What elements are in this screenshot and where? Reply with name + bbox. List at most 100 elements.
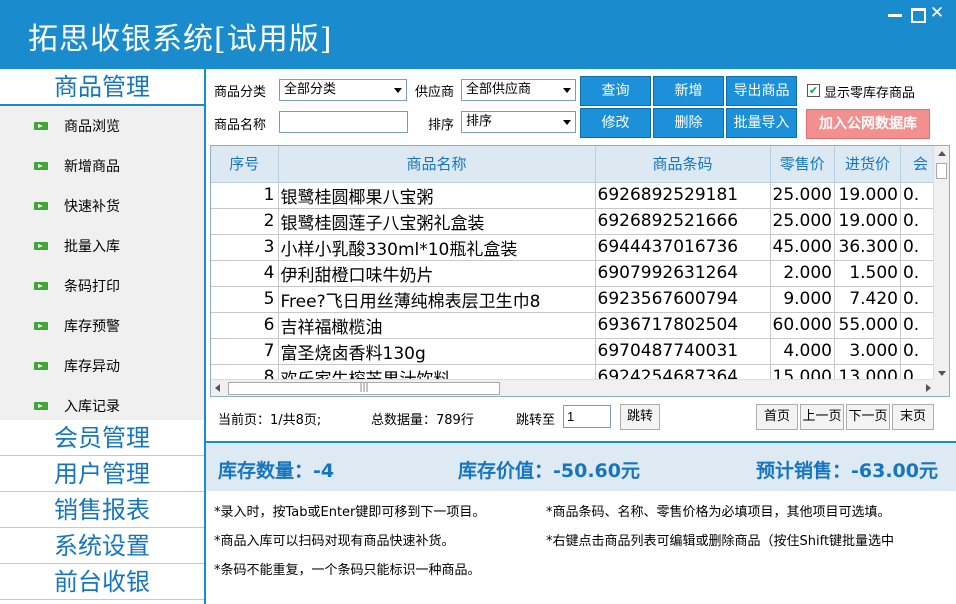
show-zero-checkbox[interactable]: ✔ [807,84,820,97]
cell-cost: 55.000 [834,312,901,339]
column-header-index[interactable]: 序号 [211,146,279,183]
note-3: *商品入库可以扫码对现有商品快速补货。 [214,534,455,549]
table-row[interactable]: 2 银鹭桂圆莲子八宝粥礼盒装 6926892521666 25.000 19.0… [211,208,941,235]
cell-index: 5 [211,286,279,313]
cell-index: 7 [211,338,279,365]
cell-barcode: 6926892529181 [595,182,771,209]
vertical-scrollbar[interactable] [933,146,949,381]
summary-bar: 库存数量：-4 库存价值：-50.60元 预计销售：-63.00元 [206,441,956,491]
main-content: 商品分类 全部分类 供应商 全部供应商 商品名称 排序 排序 查询 新增 导出商… [206,69,956,604]
cell-index: 1 [211,182,279,209]
sort-select-value: 排序 [466,114,493,129]
close-icon[interactable]: ✕ [928,4,946,22]
first-page-button[interactable]: 首页 [756,404,798,430]
table-row[interactable]: 4 伊利甜橙口味牛奶片 6907992631264 2.000 1.500 0. [211,260,941,287]
goods-subnav: 商品浏览 新增商品 快速补货 批量入库 条码打印 库存预警 库存异动 入库记录 [0,106,204,420]
total-count-text: 总数据量：789行 [371,413,474,428]
note-2: *商品条码、名称、零售价格为必填项目，其他项目可选填。 [546,505,891,520]
sidebar-item-browse[interactable]: 商品浏览 [0,106,204,146]
sidebar-item-label: 条码打印 [64,279,120,295]
green-arrow-icon [34,282,48,290]
cell-name: 银鹭桂圆莲子八宝粥礼盒装 [278,208,596,235]
column-header-barcode[interactable]: 商品条码 [595,146,771,183]
green-arrow-icon [34,122,48,130]
jump-button[interactable]: 跳转 [620,404,660,430]
nav-section-pos[interactable]: 前台收银 [0,564,204,600]
cell-barcode: 6926892521666 [595,208,771,235]
jump-label: 跳转至 [516,413,556,428]
cell-name: Free?飞日用丝薄纯棉表层卫生巾8 [278,286,596,313]
sidebar-item-label: 入库记录 [64,399,120,415]
cell-name: 小样小乳酸330ml*10瓶礼盒装 [278,234,596,261]
sort-label: 排序 [428,118,455,133]
maximize-icon[interactable] [908,4,926,23]
jump-page-input[interactable] [563,405,611,428]
cell-name: 富圣烧卤香料130g [278,338,596,365]
table-row[interactable]: 7 富圣烧卤香料130g 6970487740031 4.000 3.000 0… [211,338,941,365]
minimize-icon[interactable] [886,4,904,22]
chevron-down-icon [563,88,571,93]
sidebar-item-stock-change[interactable]: 库存异动 [0,346,204,386]
delete-button[interactable]: 删除 [653,108,724,138]
next-page-button[interactable]: 下一页 [846,404,890,430]
product-grid[interactable]: 序号 商品名称 商品条码 零售价 进货价 会 1 银鹭桂圆椰果八宝粥 69268… [210,145,950,397]
cell-barcode: 6944437016736 [595,234,771,261]
cell-cost: 1.500 [834,260,901,287]
batch-import-button[interactable]: 批量导入 [726,108,797,138]
sidebar-item-label: 批量入库 [64,239,120,255]
last-page-button[interactable]: 末页 [892,404,934,430]
cell-name: 吉祥福橄榄油 [278,312,596,339]
green-arrow-icon [34,402,48,410]
name-label: 商品名称 [214,118,267,133]
nav-section-members[interactable]: 会员管理 [0,420,204,456]
table-row[interactable]: 5 Free?飞日用丝薄纯棉表层卫生巾8 6923567600794 9.000… [211,286,941,313]
nav-section-reports[interactable]: 销售报表 [0,492,204,528]
cell-barcode: 6923567600794 [595,286,771,313]
cell-cost: 19.000 [834,182,901,209]
table-row[interactable]: 6 吉祥福橄榄油 6936717802504 60.000 55.000 0. [211,312,941,339]
expected-sales: 预计销售：-63.00元 [756,460,938,482]
nav-section-settings[interactable]: 系统设置 [0,528,204,564]
supplier-label: 供应商 [415,85,455,100]
sort-select[interactable]: 排序 [461,111,576,133]
sidebar-item-restock[interactable]: 快速补货 [0,186,204,226]
nav-section-users[interactable]: 用户管理 [0,456,204,492]
green-arrow-icon [34,362,48,370]
column-header-retail[interactable]: 零售价 [770,146,835,183]
sidebar-item-label: 商品浏览 [64,119,120,135]
sidebar-item-add[interactable]: 新增商品 [0,146,204,186]
sidebar-item-stock-alert[interactable]: 库存预警 [0,306,204,346]
nav-section-goods[interactable]: 商品管理 [0,69,204,106]
scroll-left-icon[interactable] [215,384,220,392]
horizontal-scrollbar[interactable]: ||| [211,379,935,396]
table-row[interactable]: 1 银鹭桂圆椰果八宝粥 6926892529181 25.000 19.000 … [211,182,941,209]
scroll-up-icon[interactable] [938,151,946,156]
supplier-select[interactable]: 全部供应商 [461,79,576,101]
chevron-down-icon [563,120,571,125]
prev-page-button[interactable]: 上一页 [800,404,844,430]
add-button[interactable]: 新增 [653,76,724,106]
sidebar-item-label: 库存预警 [64,319,120,335]
export-button[interactable]: 导出商品 [726,76,797,106]
table-header-row: 序号 商品名称 商品条码 零售价 进货价 会 [211,146,941,183]
cell-index: 6 [211,312,279,339]
edit-button[interactable]: 修改 [580,108,651,138]
column-header-cost[interactable]: 进货价 [834,146,901,183]
query-button[interactable]: 查询 [580,76,651,106]
cell-barcode: 6907992631264 [595,260,771,287]
name-input[interactable] [279,111,408,133]
column-header-name[interactable]: 商品名称 [278,146,596,183]
cell-retail: 9.000 [770,286,835,313]
table-row[interactable]: 3 小样小乳酸330ml*10瓶礼盒装 6944437016736 45.000… [211,234,941,261]
scroll-right-icon[interactable] [926,384,931,392]
scroll-down-icon[interactable] [938,371,946,376]
cell-cost: 7.420 [834,286,901,313]
vertical-scroll-thumb[interactable] [936,163,947,179]
horizontal-scroll-thumb[interactable]: ||| [228,382,500,395]
chevron-down-icon [394,88,402,93]
category-select[interactable]: 全部分类 [279,79,407,101]
cell-retail: 25.000 [770,182,835,209]
sidebar-item-barcode-print[interactable]: 条码打印 [0,266,204,306]
sidebar-item-batch-in[interactable]: 批量入库 [0,226,204,266]
join-public-db-button[interactable]: 加入公网数据库 [806,109,930,139]
